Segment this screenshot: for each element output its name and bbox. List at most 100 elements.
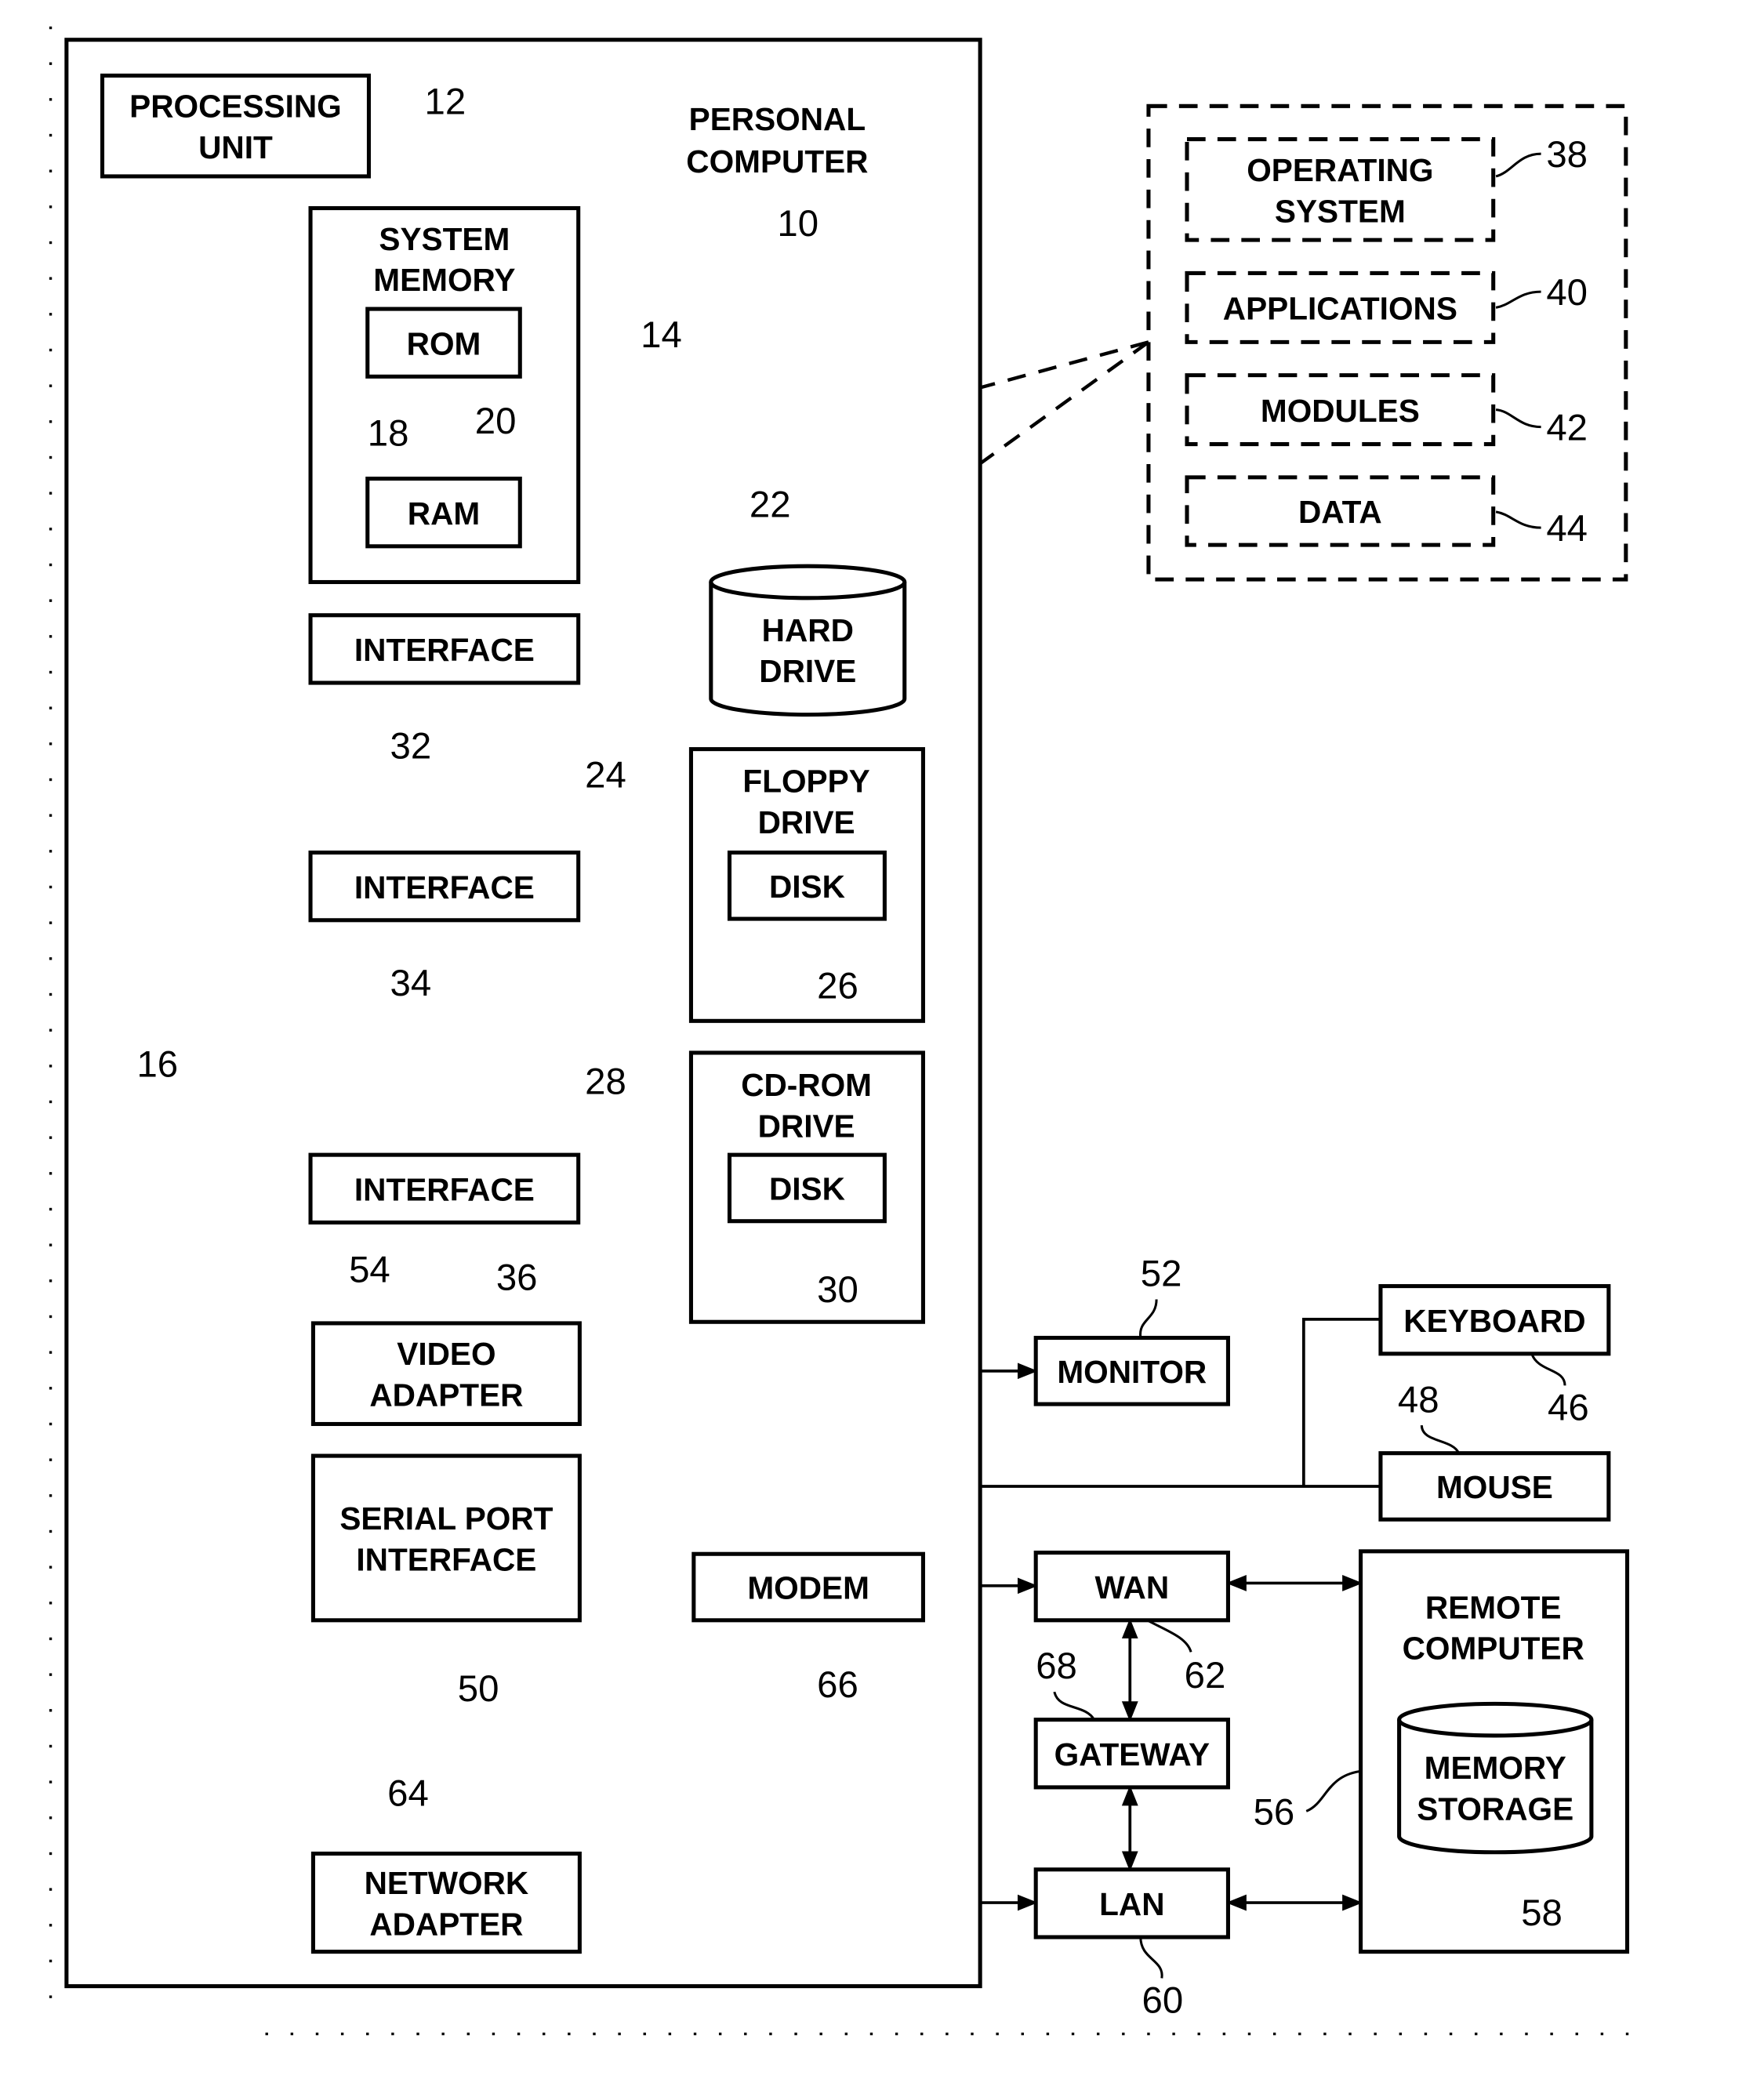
keyboard-label: KEYBOARD <box>1403 1303 1585 1339</box>
hard-drive-ref: 22 <box>750 484 791 526</box>
scan-dot <box>543 2032 546 2036</box>
scan-dot <box>49 169 53 172</box>
network-adapter-label: ADAPTER <box>369 1906 523 1942</box>
scan-dot <box>996 2032 999 2036</box>
scan-dot <box>49 885 53 889</box>
leader-line <box>1146 1619 1192 1653</box>
floppy-disk-label: DISK <box>769 869 845 905</box>
scan-dot <box>49 1279 53 1283</box>
scan-dot <box>49 635 53 638</box>
monitor-label: MONITOR <box>1057 1354 1207 1390</box>
scan-dot <box>49 563 53 567</box>
cylinder-body <box>709 582 907 717</box>
scan-dot <box>49 1065 53 1068</box>
serial-port-interface-ref: 50 <box>458 1668 499 1710</box>
cdrom-disk-ref: 30 <box>817 1269 858 1311</box>
scan-dot <box>49 742 53 746</box>
mouse-ref: 48 <box>1398 1379 1439 1420</box>
scan-dot <box>49 1780 53 1783</box>
scan-dot <box>49 850 53 853</box>
lan-ref: 60 <box>1142 1979 1184 2021</box>
memory-storage-ref: 58 <box>1521 1892 1563 1934</box>
applications-ref: 40 <box>1546 272 1588 314</box>
mouse-label: MOUSE <box>1436 1469 1553 1505</box>
scan-dot <box>49 26 53 30</box>
scan-dot <box>1323 2032 1327 2036</box>
scan-dot <box>49 1458 53 1461</box>
scan-dot <box>49 1602 53 1605</box>
scan-dot <box>265 2032 268 2036</box>
scan-dot <box>49 1387 53 1390</box>
monitor-ref: 52 <box>1141 1254 1182 1295</box>
floppy-drive-ref: 24 <box>585 755 626 796</box>
scan-dot <box>819 2032 822 2036</box>
scan-dot <box>49 1136 53 1139</box>
system-bus-ref: 16 <box>136 1043 178 1085</box>
scan-dot <box>971 2032 974 2036</box>
scan-dot <box>49 814 53 817</box>
scan-dot <box>49 1744 53 1748</box>
scan-dot <box>1247 2032 1251 2036</box>
scan-dot <box>49 778 53 782</box>
gateway-label: GATEWAY <box>1054 1736 1210 1772</box>
scan-dot <box>668 2032 672 2036</box>
scan-dot <box>49 1207 53 1211</box>
operating-system-label: SYSTEM <box>1275 193 1406 229</box>
video-adapter-label: VIDEO <box>397 1336 495 1372</box>
leader-line <box>1495 408 1541 429</box>
scan-dot <box>492 2032 495 2036</box>
scan-dot <box>693 2032 697 2036</box>
scan-dot <box>49 1959 53 1963</box>
scan-dot <box>49 957 53 960</box>
keyboard-line <box>1301 1318 1381 1486</box>
scan-dot <box>49 98 53 101</box>
scan-dot <box>920 2032 924 2036</box>
interface-hd-label: INTERFACE <box>354 632 535 668</box>
scan-dot <box>49 492 53 495</box>
cdrom-drive-label: DRIVE <box>758 1108 855 1144</box>
hard-drive-label: HARD <box>762 612 854 648</box>
serial-port-interface-label: SERIAL PORT <box>339 1500 553 1537</box>
scan-dot <box>441 2032 445 2036</box>
scan-dot <box>290 2032 294 2036</box>
scan-dot <box>49 1566 53 1569</box>
scan-dot <box>340 2032 344 2036</box>
scan-dot <box>1449 2032 1453 2036</box>
scan-dot <box>593 2032 596 2036</box>
floppy-disk-ref: 26 <box>817 966 858 1007</box>
remote-computer-label: COMPUTER <box>1403 1631 1584 1667</box>
scan-dot <box>49 1351 53 1354</box>
floppy-drive-label: FLOPPY <box>742 764 869 800</box>
processing-unit-label: PROCESSING <box>129 89 342 125</box>
scan-dot <box>744 2032 747 2036</box>
scan-dot <box>49 1816 53 1820</box>
scan-dot <box>946 2032 949 2036</box>
floppy-drive-label: DRIVE <box>758 804 855 840</box>
scan-dot <box>1399 2032 1402 2036</box>
scan-dot <box>1424 2032 1428 2036</box>
scan-dot <box>1272 2032 1276 2036</box>
scan-dot <box>1071 2032 1075 2036</box>
operating-system-label: OPERATING <box>1247 152 1433 188</box>
data-label: DATA <box>1298 494 1382 530</box>
scan-dot <box>844 2032 848 2036</box>
interface-cdrom-label: INTERFACE <box>354 1171 535 1207</box>
ram-label: RAM <box>408 495 480 532</box>
lan-label: LAN <box>1099 1886 1164 1922</box>
leader-line <box>1139 1299 1158 1338</box>
scan-dot <box>49 992 53 996</box>
scan-dot <box>49 348 53 352</box>
scan-dot <box>618 2032 621 2036</box>
scan-dot <box>49 1315 53 1319</box>
scan-dot <box>49 1852 53 1856</box>
scan-dot <box>1046 2032 1050 2036</box>
scan-dot <box>517 2032 521 2036</box>
scan-dot <box>568 2032 571 2036</box>
cylinder-top <box>1397 1701 1594 1738</box>
scan-dot <box>315 2032 319 2036</box>
system-memory-label: MEMORY <box>373 262 515 298</box>
scan-dot <box>49 241 53 245</box>
scan-dot <box>1122 2032 1125 2036</box>
scan-dot <box>49 1243 53 1246</box>
scan-dot <box>466 2032 470 2036</box>
